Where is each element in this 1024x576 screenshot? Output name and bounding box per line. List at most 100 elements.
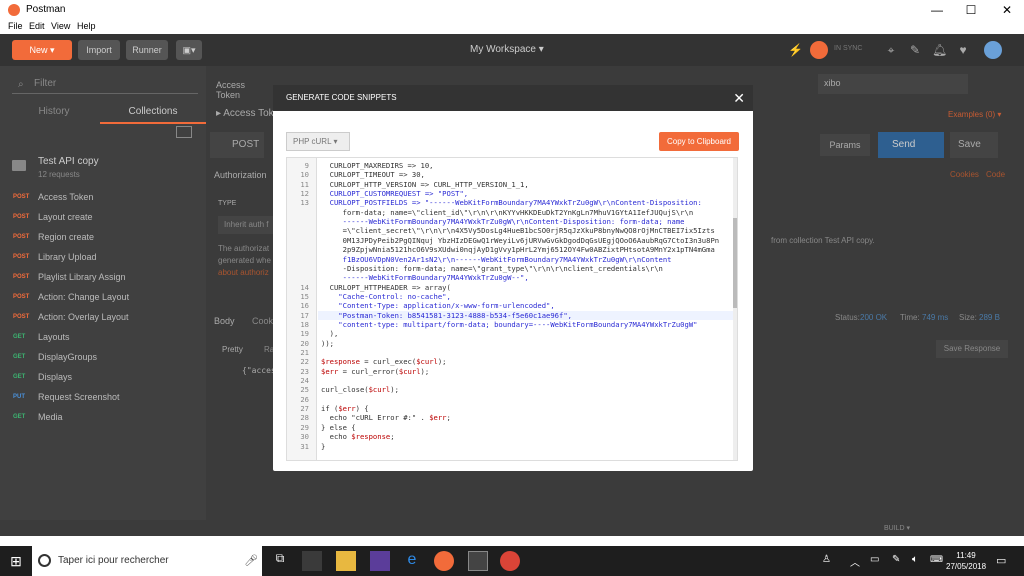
task-view-icon[interactable]: ⧉ [270,551,290,571]
edge-icon[interactable]: e [402,551,422,571]
window-title: Postman [26,4,66,15]
sidebar-request-item[interactable]: PUT Request Screenshot [0,388,206,408]
chrome-icon[interactable] [500,551,520,571]
mail-icon[interactable] [302,551,322,571]
sidebar-request-item[interactable]: GET Layouts [0,328,206,348]
interceptor-icon[interactable]: ⚡ [788,43,803,57]
sidebar-request-item[interactable]: GET Displays [0,368,206,388]
minimize-button[interactable]: — [920,0,954,20]
new-window-button[interactable]: ▣▾ [176,40,202,60]
clock[interactable]: 11:49 27/05/2018 [946,550,986,572]
notifications-icon[interactable]: 🔔︎ [932,43,947,57]
sidebar-request-item[interactable]: GET DisplayGroups [0,348,206,368]
response-preview: {"acces [242,366,276,375]
sidebar-request-item[interactable]: POST Action: Change Layout [0,288,206,308]
sidebar-request-item[interactable]: POST Region create [0,228,206,248]
auth-help-link[interactable]: about authoriz [218,268,269,277]
volume-icon[interactable]: 🔈︎ [912,554,918,565]
code-link[interactable]: Code [986,170,1005,179]
sidebar-request-item[interactable]: GET Media [0,408,206,428]
params-button[interactable]: Params [820,134,870,156]
runner-button[interactable]: Runner [126,40,168,60]
language-select[interactable]: PHP cURL ▾ [286,132,350,151]
sync-icon[interactable] [810,41,828,59]
code-line: CURLOPT_MAXREDIRS => 10, [321,161,434,170]
code-line: } [321,441,326,451]
network-icon[interactable]: ▭ [870,554,879,565]
tab-body[interactable]: Body [214,316,235,326]
scrollbar-thumb[interactable] [733,218,737,308]
send-button[interactable]: Send [878,132,944,158]
settings-icon[interactable]: ✎ [908,43,922,57]
tab-collections[interactable]: Collections [100,100,206,124]
menu-help[interactable]: Help [77,21,96,31]
request-label: Access Token [38,192,94,202]
avatar[interactable] [984,41,1002,59]
code-line: CURLOPT_HTTP_VERSION => CURL_HTTP_VERSIO… [321,179,529,189]
code-line: } else { [321,422,356,432]
request-label: Playlist Library Assign [38,272,126,282]
pen-icon[interactable]: ✎ [892,554,900,565]
taskbar-search-input[interactable]: Taper ici pour rechercher [32,546,262,576]
auth-type-select[interactable]: Inherit auth f [218,216,274,234]
method-select[interactable]: POST [210,132,264,158]
examples-link[interactable]: Examples (0) ▾ [948,110,1001,119]
code-line: echo "cURL Error #:" . $err; [321,413,451,423]
postman-taskbar-icon[interactable] [434,551,454,571]
tab-authorization[interactable]: Authorization [214,170,267,180]
code-line: CURLOPT_CUSTOMREQUEST => "POST", [321,189,469,199]
sidebar-request-item[interactable]: POST Access Token [0,188,206,208]
windows-start-icon[interactable]: ⊞ [0,546,32,576]
code-line: "Postman-Token: b8541581-3123-4888-b534-… [321,310,572,320]
menu-bar: File Edit View Help [0,20,1024,34]
action-center-icon[interactable]: ▭ [996,554,1006,567]
tab-access-token[interactable]: Access Token [210,76,270,100]
import-button[interactable]: Import [78,40,120,60]
chevron-up-icon[interactable]: ︿ [850,554,860,569]
sidebar-request-item[interactable]: POST Action: Overlay Layout [0,308,206,328]
cookies-link[interactable]: Cookies [950,170,979,179]
code-editor[interactable]: 9 10 11 12 13 14 15 16 17 18 19 20 21 22 23 24 25 26 27 28 2… [286,157,738,461]
file-explorer-icon[interactable] [336,551,356,571]
code-line: -Disposition: form-data; name=\"grant_ty… [321,263,663,273]
line-number: 28 [300,413,309,423]
save-response-button[interactable]: Save Response [936,340,1008,358]
filter-input[interactable]: Filter [12,74,198,94]
tab-cookies[interactable]: Cook [252,316,273,326]
code-line: echo $response; [321,432,395,442]
maximize-button[interactable]: ☐ [954,0,988,20]
environment-select[interactable]: xibo [818,74,968,94]
keyboard-icon[interactable]: ⌨ [930,554,943,565]
terminal-icon[interactable] [468,551,488,571]
menu-file[interactable]: File [8,21,23,31]
line-number: 17 [300,310,309,320]
pretty-button[interactable]: Pretty [218,342,264,360]
sidebar-request-item[interactable]: POST Playlist Library Assign [0,268,206,288]
workspace-selector[interactable]: My Workspace ▾ [470,44,544,55]
auth-help-line2: generated whe [218,256,271,265]
save-button[interactable]: Save [950,132,998,158]
new-collection-icon[interactable] [176,126,192,138]
tab-history[interactable]: History [0,100,108,124]
sidebar-request-item[interactable]: POST Layout create [0,208,206,228]
copy-to-clipboard-button[interactable]: Copy to Clipboard [659,132,739,151]
build-toggle[interactable]: BUILD ▾ [884,524,910,532]
people-icon[interactable]: ♙ [822,554,831,565]
request-label: Displays [38,372,73,382]
satellite-icon[interactable]: ⌖ [884,43,898,57]
collection-item[interactable]: Test API copy 12 requests [0,154,206,188]
new-button[interactable]: New ▾ [12,40,72,60]
microphone-icon[interactable]: 🎤︎ [244,554,258,567]
new-label: New [29,45,48,55]
heart-icon[interactable]: ♥ [956,43,970,57]
menu-edit[interactable]: Edit [29,21,45,31]
request-method-badge: GET [13,334,26,340]
sidebar-request-item[interactable]: POST Library Upload [0,248,206,268]
store-icon[interactable] [370,551,390,571]
close-window-button[interactable]: ✕ [990,0,1024,20]
request-label: DisplayGroups [38,352,98,362]
menu-view[interactable]: View [51,21,70,31]
scrollbar-track[interactable] [733,158,737,460]
collection-name: Test API copy [38,156,99,167]
close-icon[interactable]: ✕ [733,85,745,111]
